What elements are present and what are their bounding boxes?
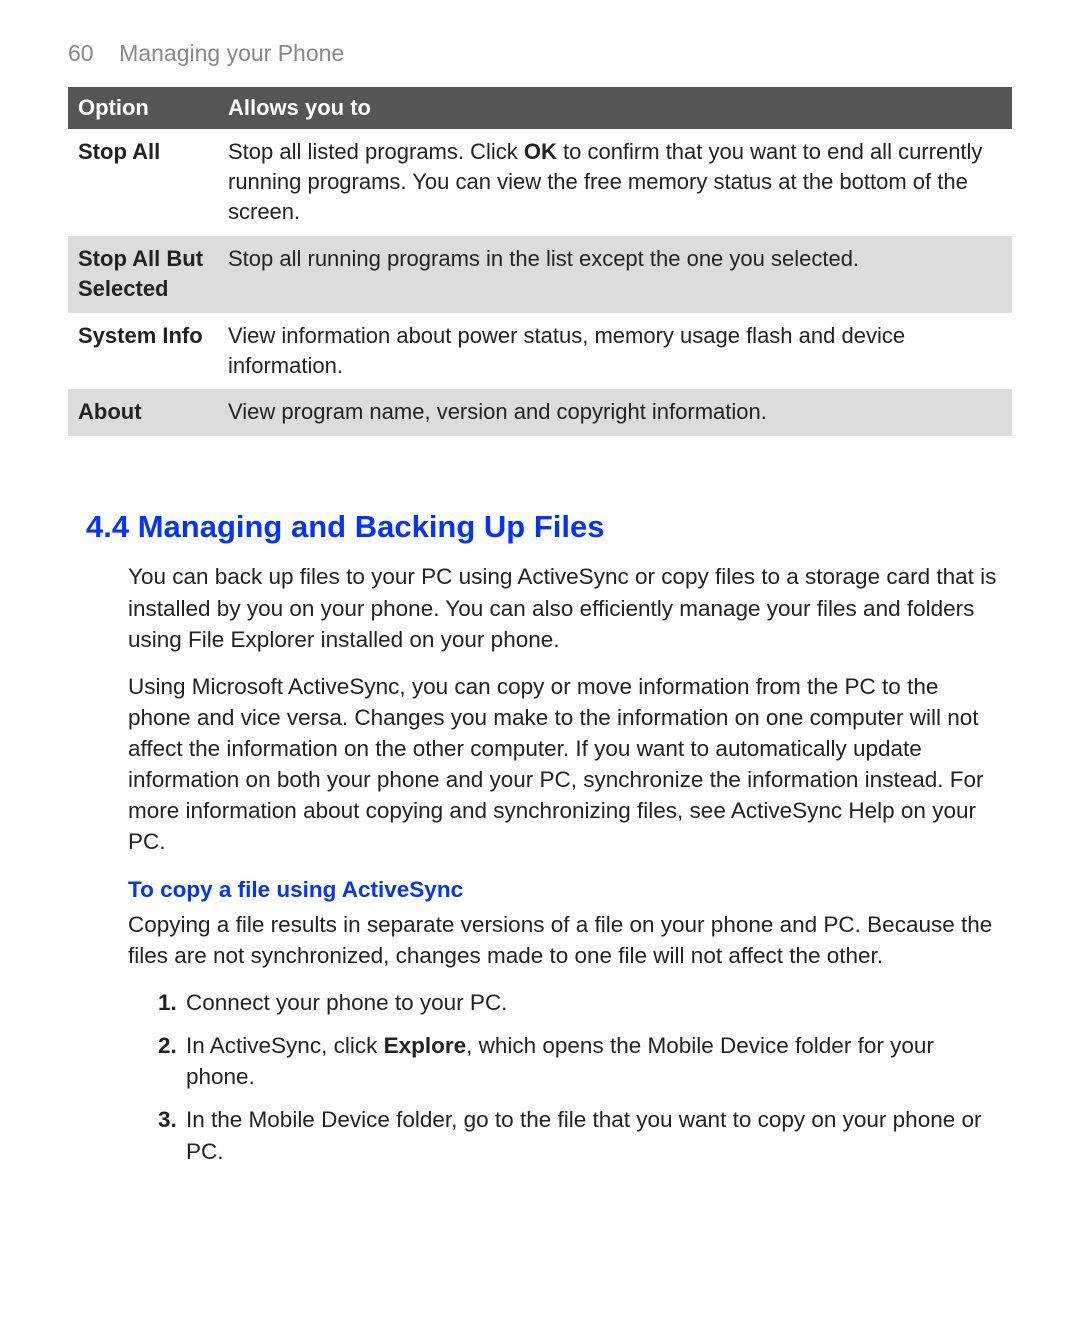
option-name: About	[68, 389, 218, 435]
text-bold: OK	[524, 139, 557, 164]
table-header-row: Option Allows you to	[68, 87, 1012, 129]
step-number: 1.	[158, 987, 177, 1018]
page-header: 60 Managing your Phone	[68, 38, 1012, 69]
list-item: 1. Connect your phone to your PC.	[158, 987, 1004, 1018]
body-paragraph: Using Microsoft ActiveSync, you can copy…	[128, 671, 1004, 857]
option-name: Stop All	[68, 129, 218, 236]
text-bold: Explore	[384, 1033, 467, 1058]
step-number: 3.	[158, 1104, 177, 1135]
table-row: Stop All Stop all listed programs. Click…	[68, 129, 1012, 236]
section-heading: 4.4 Managing and Backing Up Files	[86, 506, 1012, 548]
step-number: 2.	[158, 1030, 177, 1061]
list-item: 3. In the Mobile Device folder, go to th…	[158, 1104, 1004, 1166]
option-name: Stop All But Selected	[68, 236, 218, 313]
step-text: Connect your phone to your PC.	[186, 990, 507, 1015]
page-number: 60	[68, 40, 94, 66]
table-row: System Info View information about power…	[68, 313, 1012, 390]
list-item: 2. In ActiveSync, click Explore, which o…	[158, 1030, 1004, 1092]
sub-heading: To copy a file using ActiveSync	[128, 875, 1012, 905]
chapter-title: Managing your Phone	[119, 40, 344, 66]
text-span: In ActiveSync, click	[186, 1033, 384, 1058]
table-row: About View program name, version and cop…	[68, 389, 1012, 435]
step-text: In the Mobile Device folder, go to the f…	[186, 1107, 982, 1163]
option-description: View program name, version and copyright…	[218, 389, 1012, 435]
option-description: View information about power status, mem…	[218, 313, 1012, 390]
steps-list: 1. Connect your phone to your PC. 2. In …	[158, 987, 1004, 1166]
step-text: In ActiveSync, click Explore, which open…	[186, 1033, 934, 1089]
option-description: Stop all running programs in the list ex…	[218, 236, 1012, 313]
table-header-allows: Allows you to	[218, 87, 1012, 129]
option-name: System Info	[68, 313, 218, 390]
table-row: Stop All But Selected Stop all running p…	[68, 236, 1012, 313]
options-table: Option Allows you to Stop All Stop all l…	[68, 87, 1012, 436]
option-description: Stop all listed programs. Click OK to co…	[218, 129, 1012, 236]
table-header-option: Option	[68, 87, 218, 129]
body-paragraph: You can back up files to your PC using A…	[128, 561, 1004, 654]
text-span: Stop all listed programs. Click	[228, 139, 524, 164]
body-paragraph: Copying a file results in separate versi…	[128, 909, 1004, 971]
